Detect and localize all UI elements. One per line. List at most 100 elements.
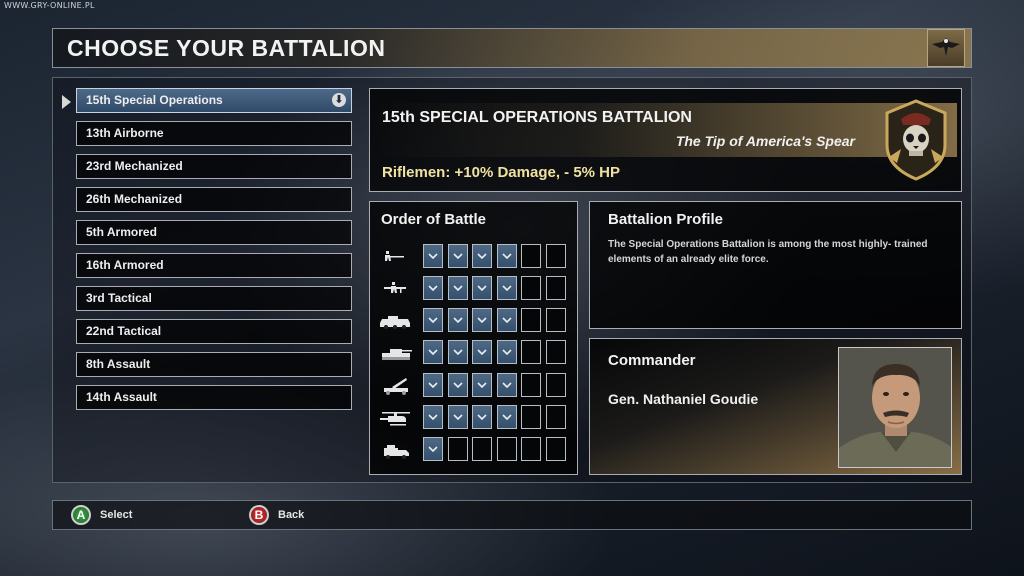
battalion-item-label: 22nd Tactical [86, 324, 162, 338]
helicopter-icon [378, 406, 414, 428]
battalion-item-5th-armored[interactable]: 5th Armored [76, 220, 352, 245]
skull-beret-badge-icon [879, 97, 953, 183]
battalion-profile-text: The Special Operations Battalion is amon… [608, 239, 928, 265]
battalion-item-label: 26th Mechanized [86, 192, 183, 206]
unit-slot-filled [472, 275, 492, 300]
oob-row [378, 307, 570, 334]
oob-row [378, 403, 570, 430]
unit-slot-empty [545, 437, 566, 462]
oob-row [378, 436, 570, 463]
watermark: WWW.GRY-ONLINE.PL [4, 1, 95, 10]
unit-slot-filled [423, 372, 443, 397]
battalion-item-label: 5th Armored [86, 225, 157, 239]
oob-row [378, 339, 570, 366]
unit-slot-empty [496, 437, 517, 462]
battalion-list: 15th Special Operations ⬇ 13th Airborne … [76, 88, 352, 418]
unit-slot-filled [423, 308, 443, 333]
unit-slot-filled [447, 308, 468, 333]
unit-slot-empty [545, 243, 566, 268]
commander-panel: Commander Gen. Nathaniel Goudie [589, 338, 962, 475]
unit-slot-empty [521, 404, 541, 429]
unit-slot-empty [521, 437, 541, 462]
battalion-item-13th-airborne[interactable]: 13th Airborne [76, 121, 352, 146]
unit-slot-empty [545, 275, 566, 300]
tank-icon [378, 341, 414, 363]
unit-slot-filled [423, 340, 443, 365]
select-label: Select [100, 509, 133, 521]
unit-slot-empty [545, 372, 566, 397]
battalion-motto: The Tip of America's Spear [675, 133, 855, 149]
battalion-bonus: Riflemen: +10% Damage, - 5% HP [382, 164, 621, 181]
unit-slot-empty [521, 372, 541, 397]
oob-row [378, 371, 570, 398]
battalion-item-label: 16th Armored [86, 258, 164, 272]
a-button-icon: A [71, 505, 91, 525]
battalion-profile-title: Battalion Profile [608, 211, 724, 228]
battalion-name: 15th SPECIAL OPERATIONS BATTALION [382, 109, 692, 126]
unit-slot-filled [496, 404, 517, 429]
footer-bar: A Select B Back [52, 500, 972, 530]
unit-slot-filled [496, 372, 517, 397]
order-of-battle-panel: Order of Battle [369, 201, 578, 475]
battalion-item-26th-mechanized[interactable]: 26th Mechanized [76, 187, 352, 212]
battalion-item-3rd-tactical[interactable]: 3rd Tactical [76, 286, 352, 311]
support-vehicle-icon [378, 438, 414, 460]
unit-slot-empty [545, 308, 566, 333]
download-icon: ⬇ [332, 93, 346, 107]
battalion-item-15th-special-operations[interactable]: 15th Special Operations ⬇ [76, 88, 352, 113]
apc-icon [378, 309, 414, 331]
unit-slot-filled [423, 275, 443, 300]
battalion-detail-panel: 15th SPECIAL OPERATIONS BATTALION The Ti… [369, 88, 962, 192]
back-hint[interactable]: B Back [249, 505, 304, 525]
title-bar: CHOOSE YOUR BATTALION [52, 28, 972, 68]
battalion-item-label: 14th Assault [86, 390, 157, 404]
unit-slot-filled [447, 372, 468, 397]
rifleman-icon [378, 245, 414, 267]
back-label: Back [278, 509, 305, 521]
oob-row [378, 242, 570, 269]
unit-slot-filled [447, 340, 468, 365]
unit-slot-filled [447, 243, 468, 268]
unit-slot-filled [472, 404, 492, 429]
unit-slot-empty [521, 340, 541, 365]
eagle-emblem-icon [927, 29, 965, 67]
unit-slot-empty [521, 243, 541, 268]
artillery-icon [378, 374, 414, 396]
unit-slot-filled [423, 404, 443, 429]
unit-slot-filled [472, 372, 492, 397]
unit-slot-filled [447, 275, 468, 300]
order-of-battle-grid [378, 242, 570, 468]
unit-slot-empty [447, 437, 468, 462]
battalion-item-label: 23rd Mechanized [86, 159, 183, 173]
battalion-item-label: 13th Airborne [86, 126, 164, 140]
machine-gunner-icon [378, 277, 414, 299]
battalion-item-label: 8th Assault [86, 357, 151, 371]
selection-cursor-icon [62, 95, 71, 109]
battalion-item-8th-assault[interactable]: 8th Assault [76, 352, 352, 377]
battalion-item-16th-armored[interactable]: 16th Armored [76, 253, 352, 278]
battalion-item-23rd-mechanized[interactable]: 23rd Mechanized [76, 154, 352, 179]
unit-slot-filled [496, 340, 517, 365]
unit-slot-filled [496, 308, 517, 333]
b-button-icon: B [249, 505, 269, 525]
unit-slot-filled [496, 275, 517, 300]
battalion-item-14th-assault[interactable]: 14th Assault [76, 385, 352, 410]
unit-slot-filled [447, 404, 468, 429]
unit-slot-empty [521, 275, 541, 300]
unit-slot-filled [423, 437, 443, 462]
commander-name: Gen. Nathaniel Goudie [608, 391, 759, 407]
order-of-battle-title: Order of Battle [381, 211, 487, 228]
commander-title: Commander [608, 352, 696, 369]
unit-slot-filled [472, 243, 492, 268]
oob-row [378, 274, 570, 301]
unit-slot-filled [472, 308, 492, 333]
unit-slot-empty [521, 308, 541, 333]
page-title: CHOOSE YOUR BATTALION [67, 35, 386, 61]
unit-slot-filled [423, 243, 443, 268]
battalion-item-label: 15th Special Operations [86, 93, 223, 107]
unit-slot-empty [545, 340, 566, 365]
select-hint[interactable]: A Select [71, 505, 132, 525]
commander-portrait [838, 347, 952, 468]
unit-slot-filled [472, 340, 492, 365]
battalion-item-22nd-tactical[interactable]: 22nd Tactical [76, 319, 352, 344]
